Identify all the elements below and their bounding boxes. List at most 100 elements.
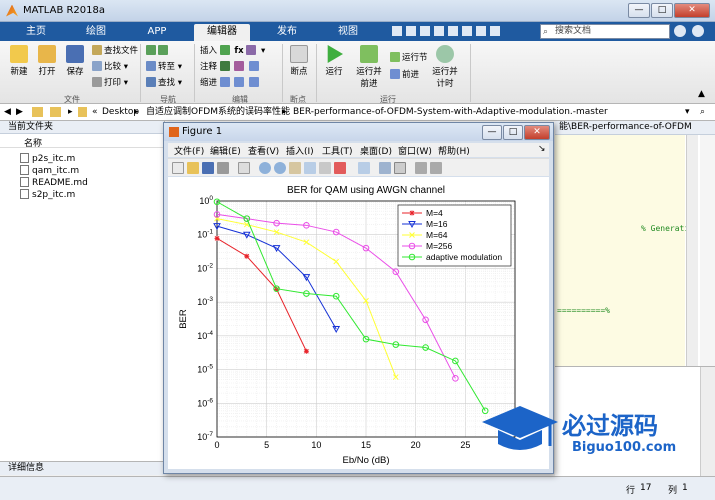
find-file-button[interactable]: 查找文件 xyxy=(92,45,138,57)
new-figure-icon[interactable] xyxy=(172,162,184,174)
menu-edit[interactable]: 编辑(E) xyxy=(210,144,241,157)
back-nav-icon[interactable]: ◀ xyxy=(4,104,11,120)
path-repo[interactable]: BER-performance-of-OFDM-System-with-Adap… xyxy=(293,104,608,120)
breakpoints-button[interactable]: 断点 xyxy=(286,45,312,77)
menu-help[interactable]: 帮助(H) xyxy=(438,144,470,157)
tab-view[interactable]: 视图 xyxy=(323,24,373,41)
editor-margin xyxy=(700,135,715,366)
community-icon[interactable] xyxy=(674,25,686,37)
back-icon xyxy=(146,45,156,55)
find-file-icon xyxy=(92,45,102,55)
list-item[interactable]: README.md xyxy=(20,177,88,188)
run-section-button[interactable]: 运行节 xyxy=(390,52,428,64)
tab-home[interactable]: 主页 xyxy=(12,24,60,41)
separator xyxy=(470,44,471,102)
save-quick-icon[interactable] xyxy=(392,26,402,36)
details-header[interactable]: 详细信息 xyxy=(0,461,165,475)
current-folder-panel: 当前文件夹 名称 p2s_itc.m qam_itc.m README.md s… xyxy=(0,121,165,461)
menu-desktop[interactable]: 桌面(D) xyxy=(360,144,392,157)
open-file-icon[interactable] xyxy=(187,162,199,174)
comment-button[interactable]: 注释 xyxy=(200,61,261,73)
link-plot-icon[interactable] xyxy=(358,162,370,174)
name-column-header[interactable]: 名称 xyxy=(24,136,42,149)
rotate-icon[interactable] xyxy=(304,162,316,174)
cut-quick-icon[interactable] xyxy=(406,26,416,36)
run-section-label: 运行节 xyxy=(402,53,428,63)
indent-button[interactable]: 缩进 xyxy=(200,77,261,89)
data-point xyxy=(452,375,459,382)
run-button[interactable]: 运行 xyxy=(320,45,348,77)
breakpoint-icon xyxy=(290,45,308,63)
print-figure-icon[interactable] xyxy=(217,162,229,174)
figure-maximize-button[interactable]: □ xyxy=(503,125,523,140)
pan-icon[interactable] xyxy=(289,162,301,174)
search-documentation-input[interactable]: ⌕ 搜索文档 xyxy=(540,24,670,39)
collapse-toolstrip-icon[interactable]: ▲ xyxy=(698,89,705,99)
data-point xyxy=(409,210,415,216)
brush-icon[interactable] xyxy=(334,162,346,174)
forward-nav-icon[interactable]: ▶ xyxy=(16,104,23,120)
editor-path-header: 能\BER-performance-of-OFDM xyxy=(555,121,715,135)
hide-plot-tools-icon[interactable] xyxy=(415,162,427,174)
nav-buttons[interactable] xyxy=(146,45,170,57)
colorbar-icon[interactable] xyxy=(379,162,391,174)
menu-window[interactable]: 窗口(W) xyxy=(398,144,432,157)
column-header[interactable]: 名称 xyxy=(0,135,164,149)
data-cursor-icon[interactable] xyxy=(319,162,331,174)
goto-button[interactable]: 转至 ▾ xyxy=(146,61,182,73)
tab-editor[interactable]: 编辑器 xyxy=(194,24,250,41)
tab-apps[interactable]: APP xyxy=(133,24,181,41)
list-item[interactable]: qam_itc.m xyxy=(20,165,79,176)
copy-quick-icon[interactable] xyxy=(420,26,430,36)
switch-windows-icon[interactable] xyxy=(476,26,486,36)
quick-access-toolbar xyxy=(392,25,532,39)
new-label: 新建 xyxy=(10,67,28,77)
notification-icon[interactable] xyxy=(692,25,704,37)
path-project[interactable]: 自适应调制OFDM系统的误码率性能 xyxy=(146,104,290,120)
paste-quick-icon[interactable] xyxy=(434,26,444,36)
new-button[interactable]: 新建 xyxy=(6,45,32,77)
insert-button[interactable]: 插入 fx ▾ xyxy=(200,45,265,57)
search-folder-icon[interactable]: ⌕ xyxy=(700,104,705,120)
legend-icon[interactable] xyxy=(394,162,406,174)
redo-quick-icon[interactable] xyxy=(462,26,472,36)
fx-icon: fx xyxy=(234,46,244,56)
compare-button[interactable]: 比较 ▾ xyxy=(92,61,128,73)
menu-insert[interactable]: 插入(I) xyxy=(286,144,314,157)
print-button[interactable]: 打印 ▾ xyxy=(92,77,128,89)
save-button[interactable]: 保存 xyxy=(62,45,88,77)
up-folder-icon[interactable] xyxy=(32,107,43,117)
list-item[interactable]: s2p_itc.m xyxy=(20,189,75,200)
figure-menubar: 文件(F) 编辑(E) 查看(V) 插入(I) 工具(T) 桌面(D) 窗口(W… xyxy=(168,143,549,157)
path-overflow[interactable]: « xyxy=(92,104,98,120)
zoom-in-icon[interactable] xyxy=(259,162,271,174)
run-and-advance-button[interactable]: 运行并 前进 xyxy=(352,45,386,89)
menu-dock-icon[interactable]: ↘ xyxy=(538,144,546,154)
figure-close-button[interactable]: ✕ xyxy=(524,125,550,140)
figure-minimize-button[interactable]: — xyxy=(482,125,502,140)
close-button[interactable]: ✕ xyxy=(674,3,710,18)
tab-publish[interactable]: 发布 xyxy=(262,24,312,41)
menu-view[interactable]: 查看(V) xyxy=(248,144,279,157)
legend-label: adaptive modulation xyxy=(426,252,502,262)
find-button[interactable]: 查找 ▾ xyxy=(146,77,182,89)
run-and-time-button[interactable]: 运行并 计时 xyxy=(428,45,462,89)
menu-tools[interactable]: 工具(T) xyxy=(322,144,353,157)
advance-button[interactable]: 前进 xyxy=(390,69,419,81)
undo-quick-icon[interactable] xyxy=(448,26,458,36)
open-button[interactable]: 打开 xyxy=(34,45,60,77)
editor-scrollbar[interactable] xyxy=(686,135,698,366)
minimize-button[interactable]: — xyxy=(628,3,650,18)
show-plot-tools-icon[interactable] xyxy=(430,162,442,174)
help-quick-icon[interactable] xyxy=(490,26,500,36)
save-figure-icon[interactable] xyxy=(202,162,214,174)
path-dropdown-icon[interactable]: ▾ xyxy=(685,104,690,120)
zoom-out-icon[interactable] xyxy=(274,162,286,174)
browse-folder-icon[interactable] xyxy=(50,107,61,117)
list-item[interactable]: p2s_itc.m xyxy=(20,153,75,164)
maximize-button[interactable]: □ xyxy=(651,3,673,18)
tab-plots[interactable]: 绘图 xyxy=(72,24,120,41)
editor-pane[interactable]: 能\BER-performance-of-OFDM % Generati ===… xyxy=(555,121,715,370)
menu-file[interactable]: 文件(F) xyxy=(174,144,204,157)
edit-plot-icon[interactable] xyxy=(238,162,250,174)
